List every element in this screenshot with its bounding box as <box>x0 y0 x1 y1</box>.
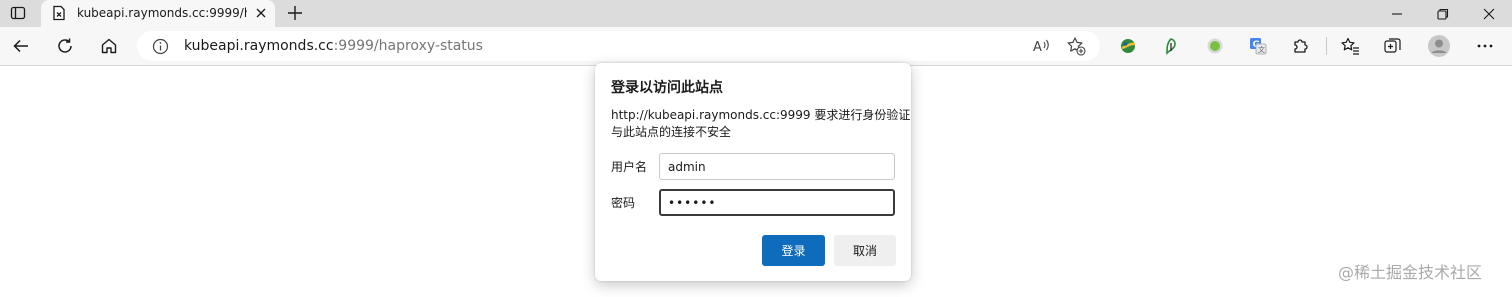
username-label: 用户名 <box>611 160 648 174</box>
more-icon[interactable] <box>1470 32 1500 60</box>
tab-active[interactable]: kubeapi.raymonds.cc:9999/haproxy-status <box>41 0 275 27</box>
username-field[interactable] <box>659 153 895 180</box>
plus-icon[interactable] <box>285 3 305 23</box>
collections-icon[interactable] <box>1378 32 1408 60</box>
leaf-extension-icon[interactable] <box>1156 32 1186 60</box>
auth-dialog: 登录以访问此站点 http://kubeapi.raymonds.cc:9999… <box>595 63 911 281</box>
password-field[interactable] <box>659 189 895 216</box>
window-close-icon[interactable] <box>1466 0 1512 27</box>
close-icon[interactable] <box>253 5 269 21</box>
back-arrow-icon[interactable] <box>6 32 36 60</box>
globe-extension-icon[interactable] <box>1113 32 1143 60</box>
minimize-icon[interactable] <box>1374 0 1420 27</box>
address-bar[interactable]: kubeapi.raymonds.cc:9999/haproxy-status … <box>137 31 1100 61</box>
browser-toolbar: kubeapi.raymonds.cc:9999/haproxy-status … <box>0 27 1512 66</box>
dialog-message-line1: http://kubeapi.raymonds.cc:9999 要求进行身份验证 <box>611 108 911 122</box>
password-label: 密码 <box>611 196 636 210</box>
dialog-title: 登录以访问此站点 <box>611 80 723 96</box>
refresh-icon[interactable] <box>50 32 80 60</box>
tab-actions-icon[interactable] <box>6 3 30 23</box>
favorites-icon[interactable] <box>1335 32 1365 60</box>
svg-text:文: 文 <box>1258 45 1265 54</box>
translate-extension-icon[interactable]: G文 <box>1243 32 1273 60</box>
read-aloud-icon[interactable]: A <box>1031 35 1053 57</box>
avatar-icon[interactable] <box>1424 32 1454 60</box>
info-icon[interactable] <box>152 38 169 55</box>
login-button[interactable]: 登录 <box>762 235 825 266</box>
dialog-message-line2: 与此站点的连接不安全 <box>611 125 732 139</box>
watermark: @稀土掘金技术社区 <box>1338 263 1483 282</box>
title-bar: kubeapi.raymonds.cc:9999/haproxy-status <box>0 0 1512 27</box>
address-url[interactable]: kubeapi.raymonds.cc:9999/haproxy-status <box>184 37 483 55</box>
restore-icon[interactable] <box>1420 0 1466 27</box>
tab-title: kubeapi.raymonds.cc:9999/haproxy-status <box>77 6 247 20</box>
url-path: :9999/haproxy-status <box>333 38 483 54</box>
star-plus-icon[interactable] <box>1065 35 1087 57</box>
home-icon[interactable] <box>94 32 124 60</box>
cancel-button[interactable]: 取消 <box>834 235 896 266</box>
url-host: kubeapi.raymonds.cc <box>184 38 334 54</box>
broken-page-icon <box>51 5 67 21</box>
green-dot-extension-icon[interactable] <box>1200 32 1230 60</box>
svg-text:A: A <box>1033 40 1042 55</box>
toolbar-divider <box>1326 37 1327 55</box>
puzzle-icon[interactable] <box>1286 32 1316 60</box>
